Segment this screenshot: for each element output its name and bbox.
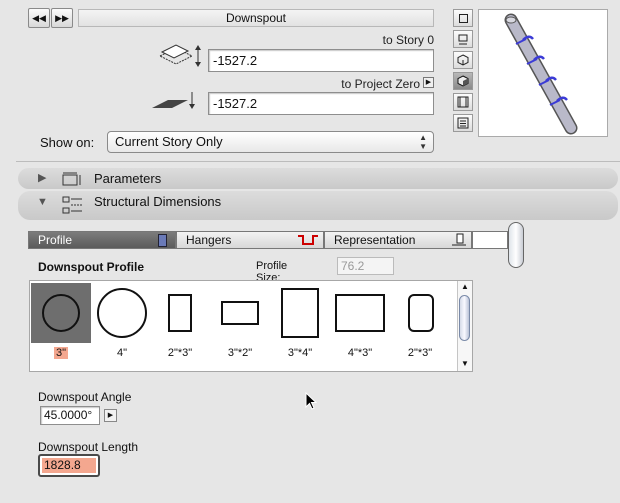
tab-strip-blank (472, 231, 508, 249)
profile-label: 3"*4" (287, 347, 313, 359)
view-list-button[interactable] (453, 114, 473, 132)
profile-option-3x2[interactable] (210, 283, 270, 343)
cube-icon (457, 54, 469, 66)
profile-option-4x3[interactable] (330, 283, 390, 343)
profile-size-label: Profile Size: (256, 260, 288, 284)
profile-label: 4"*3" (347, 347, 373, 359)
reference-popup-button[interactable]: ▶ (423, 77, 434, 88)
scroll-down-icon[interactable]: ▼ (461, 359, 469, 368)
rect-profile-icon (221, 301, 259, 325)
tab-profile[interactable]: Profile (28, 231, 176, 249)
scroll-thumb (508, 222, 524, 268)
rect-profile-icon (281, 288, 319, 338)
length-value: 1828.8 (42, 458, 96, 473)
tab-hangers[interactable]: Hangers (176, 231, 324, 249)
show-on-value: Current Story Only (115, 134, 223, 149)
profile-size-field: 76.2 (337, 257, 394, 275)
view-section-button[interactable] (453, 30, 473, 48)
circle-profile-icon (42, 294, 80, 332)
to-story-label: to Story 0 (382, 33, 434, 47)
previous-button[interactable]: ◀◀ (28, 8, 50, 28)
profile-option-2x3-rounded[interactable] (390, 283, 450, 343)
parameters-label: Parameters (94, 171, 162, 186)
square-icon (458, 13, 468, 23)
element-title: Downspout (78, 9, 434, 27)
profile-option-4in-round[interactable] (92, 283, 152, 343)
disclosure-collapsed-icon: ▶ (38, 172, 47, 184)
tab-scrollbar[interactable] (472, 222, 524, 270)
tab-representation[interactable]: Representation (324, 231, 472, 249)
tab-hangers-label: Hangers (186, 233, 232, 247)
profile-scrollbar[interactable]: ▲ ▼ (457, 281, 472, 371)
parameters-icon (62, 172, 81, 186)
view-3d-shaded-button[interactable] (453, 72, 473, 90)
to-project-zero-label: to Project Zero (341, 77, 420, 91)
profile-label: 4" (116, 347, 128, 359)
rect-profile-icon (335, 294, 385, 332)
profile-picker[interactable]: 3" 4" 2"*3" 3"*2" 3"*4" 4"*3" 2"*3" ▲ ▼ (29, 280, 473, 372)
view-2d-button[interactable] (453, 9, 473, 27)
preview-pane (478, 9, 608, 137)
profile-title: Downspout Profile (38, 260, 144, 274)
to-story-field[interactable]: -1527.2 (208, 49, 434, 72)
angle-label: Downspout Angle (38, 390, 132, 404)
mouse-pointer-icon (305, 392, 318, 410)
story-elevation-icon (156, 42, 204, 68)
profile-option-3in-round[interactable] (31, 283, 91, 343)
profile-label: 3" (53, 347, 69, 359)
representation-icon (452, 233, 466, 246)
film-icon (457, 96, 469, 108)
rounded-rect-profile-icon (408, 294, 434, 332)
shaded-cube-icon (457, 75, 469, 87)
section-icon (458, 34, 468, 45)
profile-option-3x4[interactable] (270, 283, 330, 343)
tab-profile-label: Profile (38, 233, 73, 247)
structure-icon (62, 196, 82, 214)
rect-profile-icon (168, 294, 192, 332)
scroll-up-icon[interactable]: ▲ (461, 282, 469, 291)
project-zero-icon (150, 90, 198, 112)
length-label: Downspout Length (38, 440, 139, 454)
angle-field[interactable]: 45.0000° (40, 406, 100, 425)
angle-popup-button[interactable]: ▶ (104, 409, 117, 422)
scroll-thumb[interactable] (459, 295, 470, 341)
structural-label: Structural Dimensions (94, 194, 222, 209)
list-icon (457, 117, 469, 129)
profile-label: 3"*2" (227, 347, 253, 359)
profile-label: 2"*3" (407, 347, 433, 359)
stepper-icon: ▲ ▼ (419, 133, 427, 151)
downspout-preview-image (504, 13, 578, 135)
structural-panel-header[interactable]: ▼ Structural Dimensions (18, 191, 618, 220)
profile-tab-icon (158, 234, 167, 247)
disclosure-expanded-icon: ▼ (37, 196, 48, 208)
view-film-button[interactable] (453, 93, 473, 111)
length-field[interactable]: 1828.8 (38, 454, 100, 477)
next-button[interactable]: ▶▶ (51, 8, 73, 28)
view-3d-button[interactable] (453, 51, 473, 69)
hanger-icon (298, 235, 318, 245)
profile-label: 2"*3" (167, 347, 193, 359)
divider (16, 161, 620, 162)
show-on-select[interactable]: Current Story Only ▲ ▼ (107, 131, 434, 153)
to-project-zero-field[interactable]: -1527.2 (208, 92, 434, 115)
parameters-panel-header[interactable]: ▶ Parameters (18, 168, 618, 189)
show-on-label: Show on: (40, 135, 95, 150)
circle-profile-icon (97, 288, 147, 338)
profile-option-2x3[interactable] (150, 283, 210, 343)
tab-representation-label: Representation (334, 233, 416, 247)
